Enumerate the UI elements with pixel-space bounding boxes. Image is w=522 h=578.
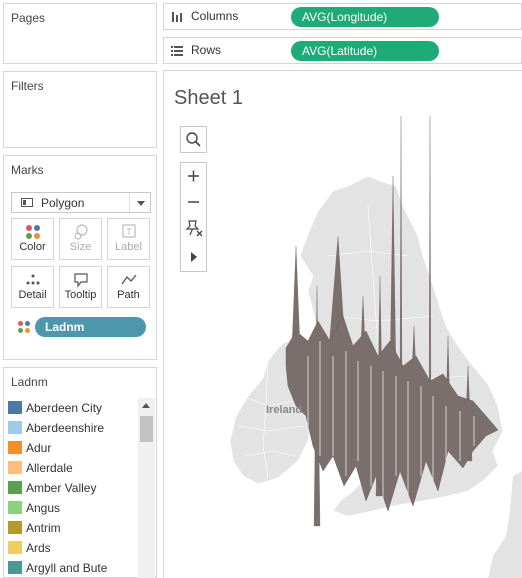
map-toolbar <box>180 162 207 272</box>
label-label: Label <box>115 241 142 253</box>
detail-icon <box>26 274 40 285</box>
path-label: Path <box>117 289 140 301</box>
legend-item-label: Adur <box>26 441 52 455</box>
legend-swatch <box>8 481 22 494</box>
map-search-button[interactable] <box>180 126 207 153</box>
marks-title: Marks <box>11 163 44 177</box>
pages-title: Pages <box>11 11 46 25</box>
unpin-icon <box>185 220 203 237</box>
legend-item-label: Allerdale <box>26 461 73 475</box>
filters-card[interactable]: Filters <box>3 71 157 148</box>
color-legend-card: Ladnm Aberdeen City Aberdeenshire Adur Alle… <box>3 367 157 578</box>
rows-label: Rows <box>191 43 222 57</box>
play-arrow-icon <box>191 252 197 262</box>
path-button[interactable]: Path <box>107 266 150 308</box>
legend-swatch <box>8 441 22 454</box>
tooltip-button[interactable]: Tooltip <box>59 266 102 308</box>
sheet-title: Sheet 1 <box>174 87 243 109</box>
chevron-down-icon <box>137 201 145 206</box>
zoom-out-button[interactable] <box>181 189 206 215</box>
legend-item[interactable]: Ards <box>4 538 141 558</box>
latitude-pill[interactable]: AVG(Latitude) <box>291 41 439 61</box>
color-button[interactable]: Color <box>11 218 54 260</box>
legend-swatch <box>8 541 22 554</box>
longitude-pill[interactable]: AVG(Longitude) <box>291 7 439 27</box>
legend-swatch <box>8 401 22 414</box>
columns-icon <box>172 12 182 22</box>
legend-item[interactable]: Adur <box>4 438 141 458</box>
legend-item-label: Ards <box>26 541 51 555</box>
filters-title: Filters <box>11 79 44 93</box>
legend-item-label: Antrim <box>26 521 61 535</box>
dropdown-divider <box>129 193 130 212</box>
detail-button[interactable]: Detail <box>11 266 54 308</box>
zoom-in-button[interactable] <box>181 163 206 189</box>
detail-label: Detail <box>18 289 47 301</box>
legend-item[interactable]: Aberdeenshire <box>4 418 141 438</box>
tooltip-icon <box>74 273 88 288</box>
label-icon: T <box>122 224 136 238</box>
color-icon <box>26 225 40 239</box>
marks-card: Marks Polygon Color Size T Label Detail <box>3 155 157 360</box>
map-view[interactable]: Ireland <box>168 116 522 578</box>
scroll-thumb[interactable] <box>140 416 153 442</box>
columns-label: Columns <box>191 9 239 23</box>
legend-item-label: Aberdeen City <box>26 401 103 415</box>
legend-swatch <box>8 461 22 474</box>
columns-shelf[interactable]: Columns AVG(Longitude) <box>163 3 522 30</box>
size-icon <box>74 224 88 240</box>
polygon-icon <box>21 198 33 207</box>
svg-text:T: T <box>126 227 132 237</box>
legend-list: Aberdeen City Aberdeenshire Adur Allerdale A… <box>4 398 141 578</box>
label-button[interactable]: T Label <box>107 218 150 260</box>
legend-item-label: Amber Valley <box>26 481 97 495</box>
legend-item[interactable]: Angus <box>4 498 141 518</box>
legend-scrollbar[interactable] <box>138 398 155 578</box>
size-button[interactable]: Size <box>59 218 102 260</box>
europe-landmass <box>488 471 522 578</box>
legend-item-label: Aberdeenshire <box>26 421 105 435</box>
search-icon <box>186 132 201 147</box>
ireland-label: Ireland <box>266 404 302 416</box>
legend-title: Ladnm <box>11 375 48 389</box>
legend-item[interactable]: Amber Valley <box>4 478 141 498</box>
legend-item[interactable]: Argyll and Bute <box>4 558 141 578</box>
color-label: Color <box>19 241 46 253</box>
legend-item[interactable]: Allerdale <box>4 458 141 478</box>
unpin-map-button[interactable] <box>181 215 206 241</box>
mark-type-dropdown[interactable]: Polygon <box>11 192 151 213</box>
size-label: Size <box>69 241 92 253</box>
tooltip-label: Tooltip <box>64 289 97 301</box>
pages-card: Pages <box>3 3 157 64</box>
expand-toolbar-button[interactable] <box>181 243 206 269</box>
sheet-view: Sheet 1 Ireland <box>163 70 522 578</box>
legend-item[interactable]: Aberdeen City <box>4 398 141 418</box>
scroll-up-icon[interactable] <box>142 403 150 408</box>
legend-item[interactable]: Antrim <box>4 518 141 538</box>
legend-swatch <box>8 561 22 574</box>
ladnm-color-pill[interactable]: Ladnm <box>35 317 146 337</box>
mark-type-label: Polygon <box>41 196 85 210</box>
legend-swatch <box>8 521 22 534</box>
color-encoding-icon <box>18 321 30 333</box>
legend-swatch <box>8 421 22 434</box>
legend-item-label: Argyll and Bute <box>26 561 108 575</box>
rows-icon <box>171 46 183 56</box>
legend-item-label: Angus <box>26 501 61 515</box>
legend-swatch <box>8 501 22 514</box>
plus-icon <box>188 170 199 182</box>
rows-shelf[interactable]: Rows AVG(Latitude) <box>163 37 522 64</box>
path-icon <box>121 274 137 285</box>
minus-icon <box>188 201 199 203</box>
